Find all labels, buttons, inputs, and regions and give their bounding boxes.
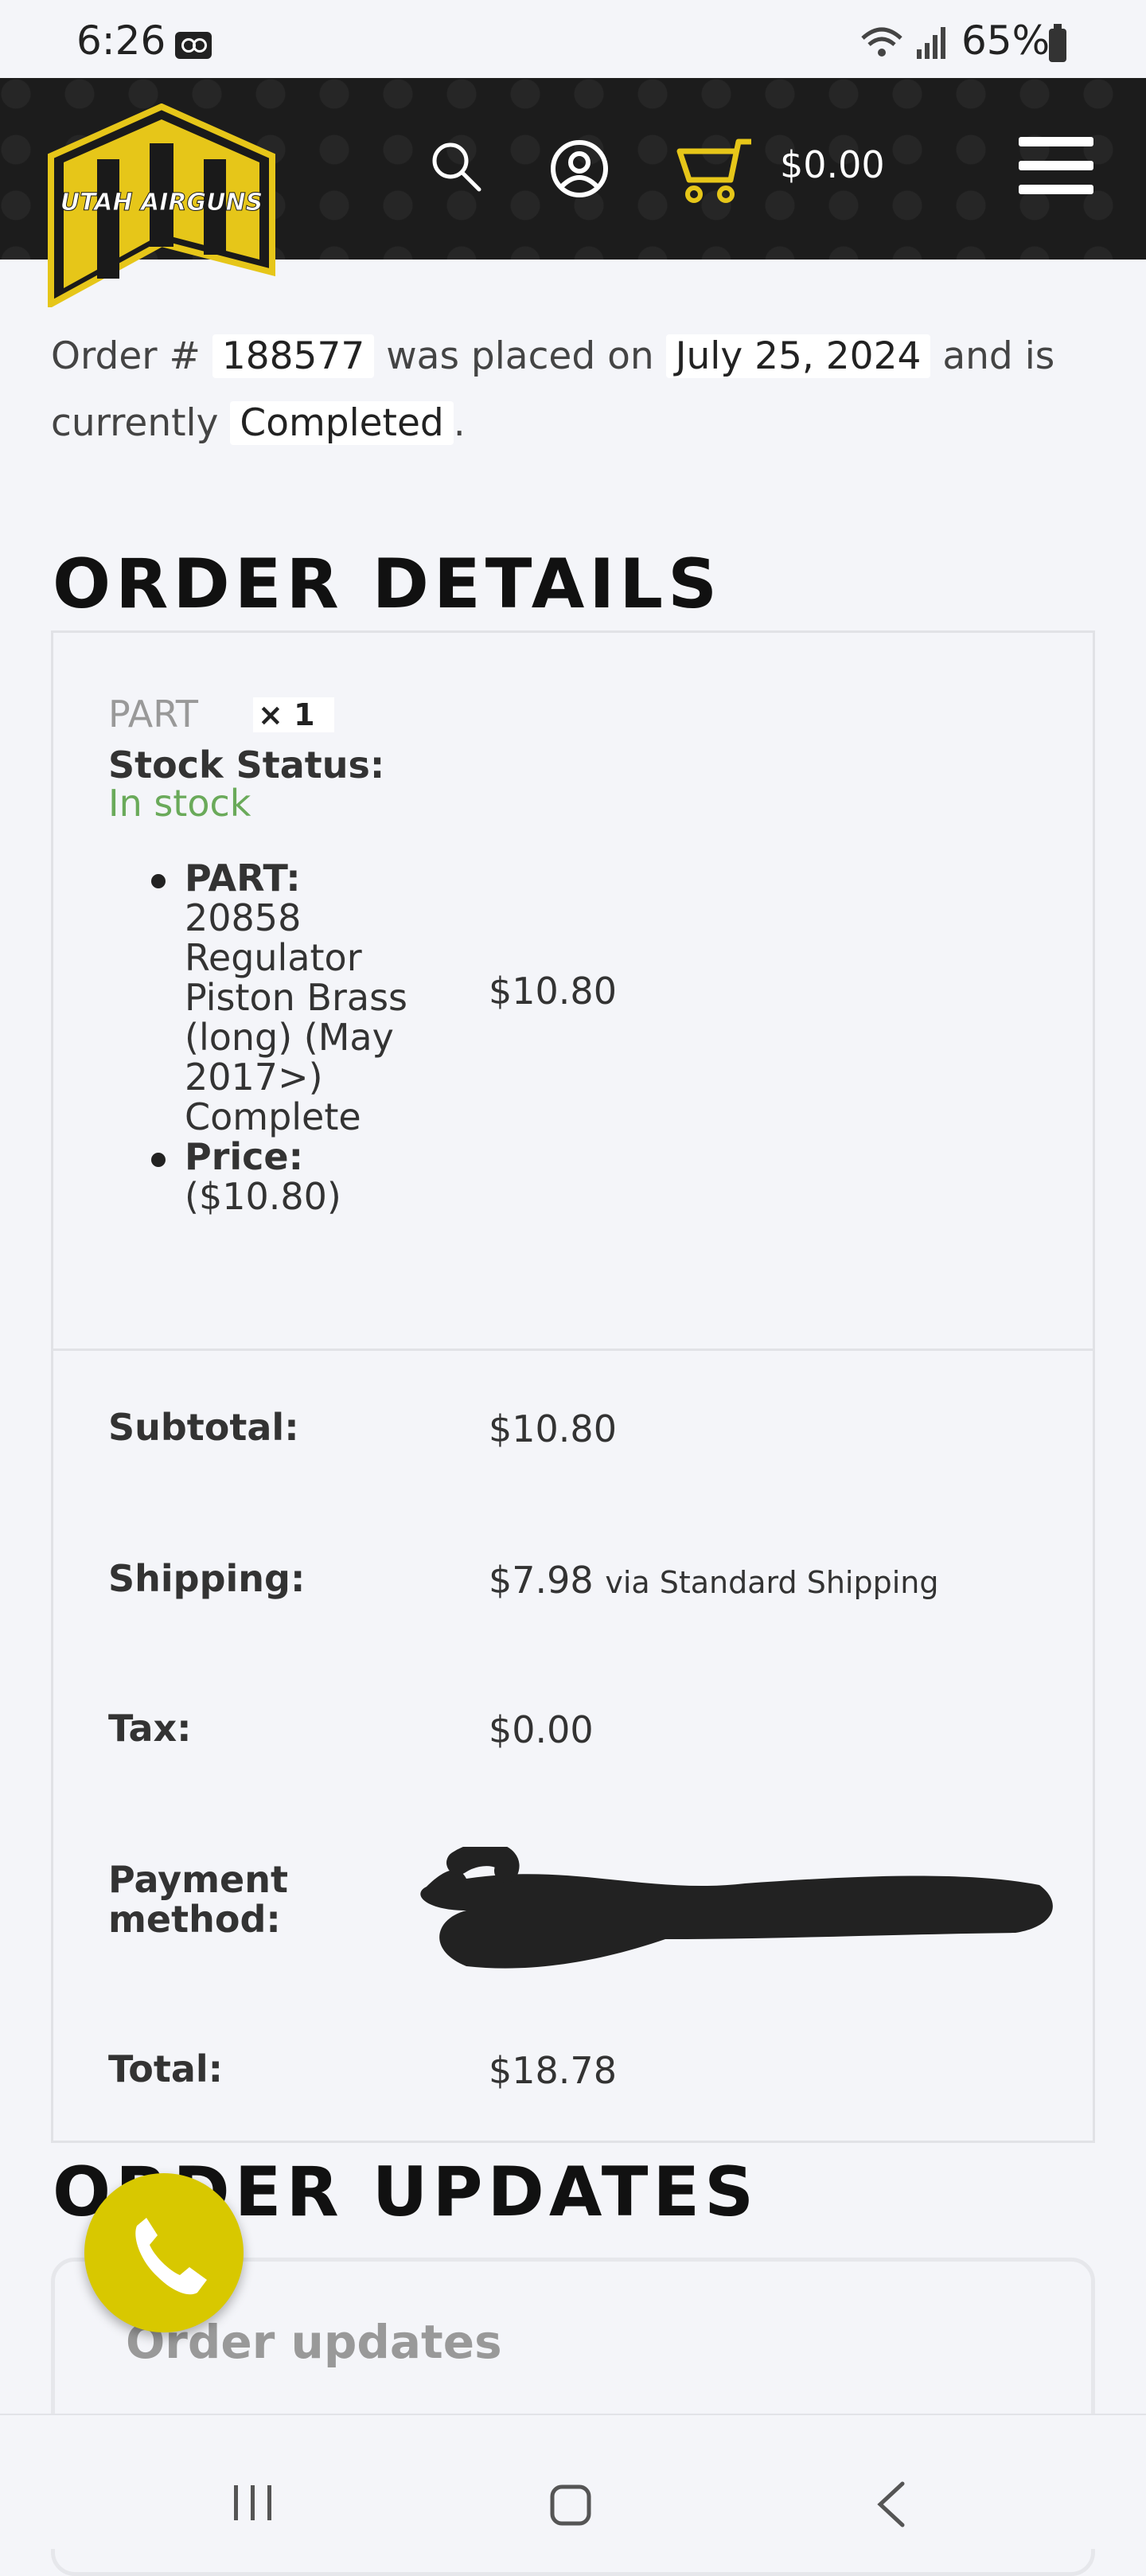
call-button[interactable] [84, 2173, 244, 2332]
shipping-value: $7.98 [489, 1559, 594, 1602]
table-divider [51, 1348, 1095, 1351]
menu-icon[interactable] [1019, 134, 1093, 197]
phone-icon [135, 2218, 207, 2295]
list-item: Price: ($10.80) [151, 1135, 471, 1218]
payment-method-label: Payment method: [108, 1858, 288, 1941]
battery-icon [1049, 24, 1066, 62]
order-number: 188577 [212, 334, 375, 378]
status-bar: 6:26 65% [0, 0, 1146, 78]
item-line-total: $10.80 [489, 970, 617, 1013]
back-icon[interactable] [874, 2480, 909, 2528]
order-placed-text: was placed on [386, 334, 654, 378]
battery-percent: 65% [961, 18, 1050, 64]
stock-status-value: In stock [108, 782, 251, 825]
total-value: $18.78 [489, 2049, 617, 2092]
tax-label: Tax: [108, 1707, 192, 1750]
wifi-icon [861, 27, 902, 57]
cart-total[interactable]: $0.00 [780, 143, 885, 186]
redaction-scribble [420, 1847, 1053, 1969]
subtotal-label: Subtotal: [108, 1406, 299, 1449]
meta-label: PART: [185, 857, 301, 900]
stock-status-label: Stock Status: [108, 744, 385, 786]
meta-value: ($10.80) [185, 1175, 341, 1218]
home-icon[interactable] [549, 2484, 592, 2527]
shipping-label: Shipping: [108, 1557, 306, 1600]
order-date: July 25, 2024 [665, 334, 931, 378]
meta-label: Price: [185, 1135, 304, 1178]
order-prefix: Order # [51, 334, 201, 378]
account-icon[interactable] [549, 139, 610, 199]
logo-text: UTAH AIRGUNS [60, 189, 263, 217]
search-icon[interactable] [430, 140, 482, 193]
order-period: . [453, 401, 466, 445]
order-currently: currently [51, 401, 219, 445]
item-name[interactable]: PART [108, 693, 198, 736]
tax-value: $0.00 [489, 1708, 594, 1751]
recent-apps-icon[interactable] [231, 2484, 275, 2522]
order-details-heading: ORDER DETAILS [53, 544, 723, 624]
site-logo[interactable]: UTAH AIRGUNS [48, 103, 275, 307]
item-quantity: × 1 [253, 697, 334, 732]
total-label: Total: [108, 2047, 224, 2090]
order-summary-text: Order # 188577 was placed on July 25, 20… [51, 323, 1086, 457]
order-and-is: and is [942, 334, 1055, 378]
meta-value: 20858 Regulator Piston Brass (long) (May… [185, 896, 408, 1138]
shipping-value-row: $7.98 via Standard Shipping [489, 1559, 938, 1602]
subtotal-value: $10.80 [489, 1407, 617, 1450]
shipping-method: via Standard Shipping [605, 1565, 939, 1600]
list-item: PART: 20858 Regulator Piston Brass (long… [151, 857, 471, 1138]
signal-icon [917, 27, 945, 59]
cart-icon[interactable] [675, 137, 754, 205]
status-time: 6:26 [76, 18, 166, 64]
order-status: Completed [230, 401, 454, 445]
system-nav-bar [0, 2414, 1146, 2549]
voicemail-icon [175, 32, 212, 59]
item-meta-list: PART: 20858 Regulator Piston Brass (long… [151, 857, 471, 1218]
